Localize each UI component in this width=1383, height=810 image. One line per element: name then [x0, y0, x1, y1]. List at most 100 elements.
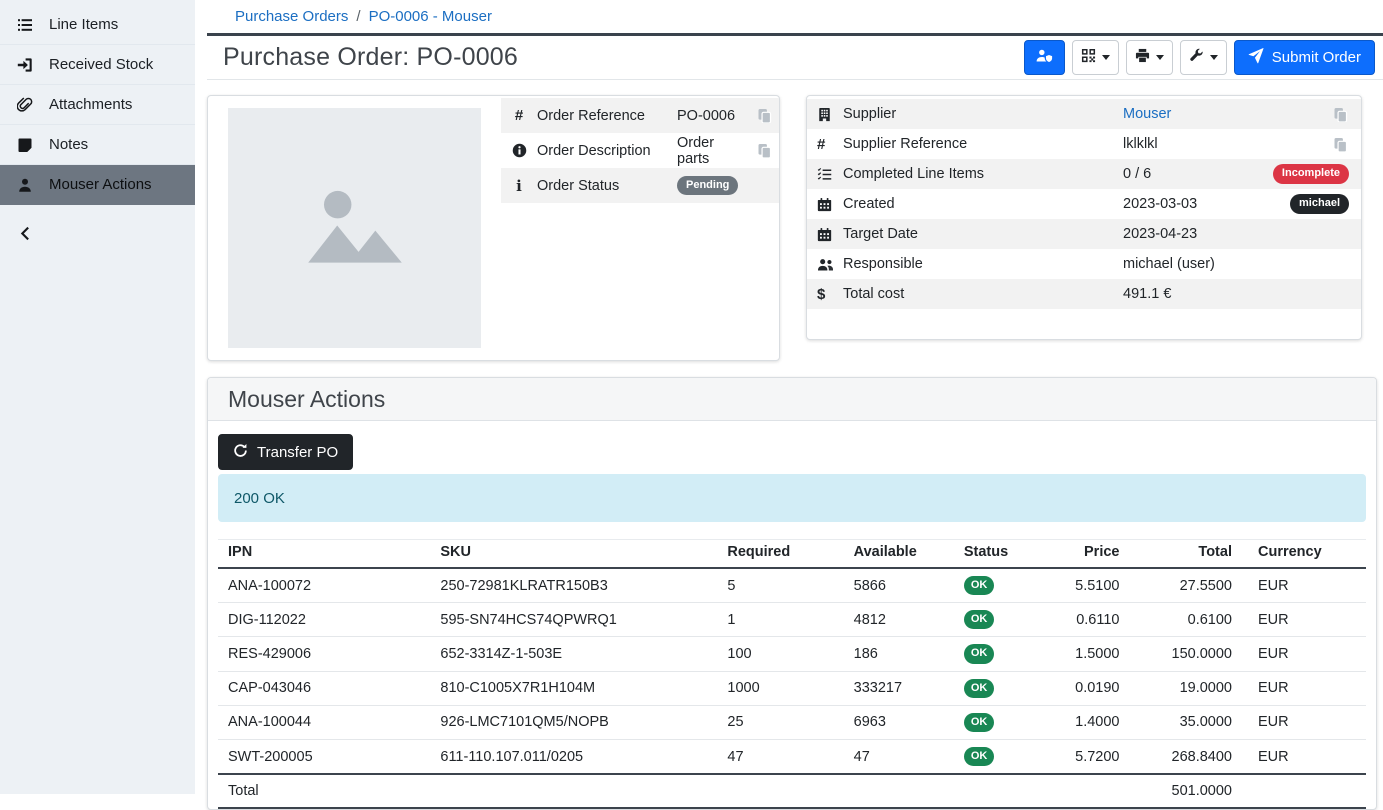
cell-total: 27.5500 [1129, 568, 1242, 603]
breadcrumb-separator: / [356, 8, 360, 25]
cell-required: 1000 [717, 671, 843, 705]
order-details-panel: # Order Reference PO-0006 Order Descript… [207, 95, 780, 361]
responsible-row: Responsible michael (user) [807, 249, 1361, 279]
supplier-link[interactable]: Mouser [1123, 106, 1171, 122]
cell-ipn: SWT-200005 [218, 739, 430, 774]
col-header-status: Status [954, 540, 1034, 569]
table-header-row: IPN SKU Required Available Status Price … [218, 540, 1366, 569]
cell-sku: 926-LMC7101QM5/NOPB [430, 705, 717, 739]
ok-badge: OK [964, 747, 995, 766]
ok-badge: OK [964, 610, 995, 629]
ok-badge: OK [964, 713, 995, 732]
cell-status: OK [954, 671, 1034, 705]
sidebar-item-label: Received Stock [49, 56, 153, 73]
cell-sku: 810-C1005X7R1H104M [430, 671, 717, 705]
print-menu-button[interactable] [1126, 40, 1173, 75]
barcode-menu-button[interactable] [1072, 40, 1119, 75]
sidebar-item-mouser-actions[interactable]: Mouser Actions [0, 165, 195, 205]
col-header-sku: SKU [430, 540, 717, 569]
supplier-reference-value: lklklkl [1123, 136, 1331, 152]
submit-order-label: Submit Order [1272, 49, 1361, 66]
completed-line-items-value: 0 / 6 [1123, 166, 1273, 182]
copy-icon[interactable] [749, 143, 779, 158]
copy-icon[interactable] [1331, 107, 1361, 122]
cell-available: 6963 [844, 705, 954, 739]
cell-ipn: CAP-043046 [218, 671, 430, 705]
tools-icon [1189, 48, 1204, 67]
order-status-label: Order Status [537, 178, 677, 194]
table-row: RES-429006 652-3314Z-1-503E 100 186 OK 1… [218, 637, 1366, 671]
mouser-actions-body: Transfer PO 200 OK IPN SKU Required Avai… [208, 421, 1376, 809]
created-value: 2023-03-03 [1123, 196, 1290, 212]
copy-icon[interactable] [749, 108, 779, 123]
cell-price: 0.6110 [1034, 603, 1129, 637]
cell-currency: EUR [1242, 671, 1366, 705]
cell-sku: 652-3314Z-1-503E [430, 637, 717, 671]
admin-button[interactable] [1024, 40, 1065, 75]
table-footer-row: Total 501.0000 [218, 774, 1366, 808]
target-date-row: Target Date 2023-04-23 [807, 219, 1361, 249]
breadcrumb-link-current-order[interactable]: PO-0006 - Mouser [369, 8, 492, 25]
chevron-down-icon [1156, 55, 1164, 60]
transfer-po-button[interactable]: Transfer PO [218, 434, 353, 470]
cell-required: 5 [717, 568, 843, 603]
order-description-label: Order Description [537, 143, 677, 159]
dollar-icon: $ [807, 286, 843, 303]
order-actions-menu-button[interactable] [1180, 40, 1227, 75]
cell-available: 4812 [844, 603, 954, 637]
breadcrumb-link-purchase-orders[interactable]: Purchase Orders [235, 8, 348, 25]
printer-icon [1135, 48, 1150, 67]
cell-ipn: DIG-112022 [218, 603, 430, 637]
transfer-po-label: Transfer PO [257, 444, 338, 461]
supplier-details-panel: Supplier Mouser # Supplier Reference lkl… [806, 95, 1362, 340]
cell-required: 47 [717, 739, 843, 774]
col-header-currency: Currency [1242, 540, 1366, 569]
created-label: Created [843, 196, 1123, 212]
sidebar-item-label: Mouser Actions [49, 176, 152, 193]
paperclip-icon [16, 96, 34, 114]
cell-ipn: ANA-100072 [218, 568, 430, 603]
status-alert: 200 OK [218, 474, 1366, 522]
submit-order-button[interactable]: Submit Order [1234, 40, 1375, 75]
order-reference-row: # Order Reference PO-0006 [501, 98, 779, 133]
sidebar-collapse-button[interactable] [0, 219, 195, 247]
sidebar-item-line-items[interactable]: Line Items [0, 5, 195, 45]
order-reference-label: Order Reference [537, 108, 677, 124]
cell-currency: EUR [1242, 739, 1366, 774]
refresh-icon [233, 443, 248, 462]
cell-sku: 595-SN74HCS74QPWRQ1 [430, 603, 717, 637]
chevron-down-icon [1102, 55, 1110, 60]
cell-status: OK [954, 603, 1034, 637]
copy-icon[interactable] [1331, 137, 1361, 152]
col-header-total: Total [1129, 540, 1242, 569]
users-icon [807, 257, 843, 272]
cell-available: 5866 [844, 568, 954, 603]
sidebar-item-received-stock[interactable]: Received Stock [0, 45, 195, 85]
incomplete-badge: Incomplete [1273, 164, 1349, 183]
cell-total: 150.0000 [1129, 637, 1242, 671]
table-row: ANA-100044 926-LMC7101QM5/NOPB 25 6963 O… [218, 705, 1366, 739]
table-row: DIG-112022 595-SN74HCS74QPWRQ1 1 4812 OK… [218, 603, 1366, 637]
footer-total-label: Total [218, 774, 430, 808]
main-content: Purchase Orders / PO-0006 - Mouser Purch… [195, 0, 1383, 794]
cell-status: OK [954, 637, 1034, 671]
sidebar-item-attachments[interactable]: Attachments [0, 85, 195, 125]
order-details-table: # Order Reference PO-0006 Order Descript… [501, 98, 779, 348]
col-header-ipn: IPN [218, 540, 430, 569]
list-check-icon [807, 167, 843, 182]
sidebar-item-label: Line Items [49, 16, 118, 33]
cell-currency: EUR [1242, 568, 1366, 603]
cell-currency: EUR [1242, 637, 1366, 671]
order-reference-value: PO-0006 [677, 108, 749, 124]
sidebar-item-notes[interactable]: Notes [0, 125, 195, 165]
info-circle-icon [501, 143, 537, 158]
line-items-table: IPN SKU Required Available Status Price … [218, 539, 1366, 809]
qrcode-icon [1081, 48, 1096, 67]
chevron-left-icon [16, 224, 34, 242]
cell-sku: 611-110.107.011/0205 [430, 739, 717, 774]
ok-badge: OK [964, 679, 995, 698]
image-icon [291, 165, 419, 292]
sidebar-item-label: Attachments [49, 96, 132, 113]
mouser-actions-card: Mouser Actions Transfer PO 200 OK IPN SK… [207, 377, 1377, 810]
cell-status: OK [954, 568, 1034, 603]
